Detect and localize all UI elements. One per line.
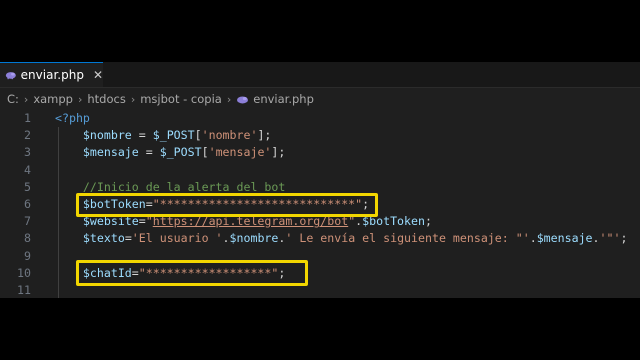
line-number: 7 [24,214,31,229]
code-token: 'El usuario ' [131,231,223,246]
code-line[interactable]: 3 $mensaje = $_POST['mensaje']; [0,144,640,161]
chevron-right-icon: › [130,92,136,106]
code-token: $texto [55,231,125,246]
code-token: . [529,231,537,246]
line-number: 2 [24,128,31,143]
highlight-chatid [76,260,308,286]
code-token: ' Le envía el siguiente mensaje: "' [285,231,530,246]
tab-bar: enviar.php ✕ [0,62,640,88]
breadcrumb-file[interactable]: enviar.php [253,92,314,106]
tab-label: enviar.php [20,68,84,82]
code-token: $_POST [159,145,202,160]
code-token: = [131,128,153,143]
code-token: '"' [599,231,621,246]
code-token: 'mensaje' [208,145,272,160]
breadcrumb-drive[interactable]: C: [7,92,19,106]
line-number: 10 [17,265,31,280]
line-number: 9 [24,248,31,263]
breadcrumb-xampp[interactable]: xampp [33,92,73,106]
tab-enviar-php[interactable]: enviar.php ✕ [0,62,103,87]
line-number: 4 [24,162,31,177]
code-token: <?php [55,111,90,125]
code-token: 'nombre' [201,128,258,143]
line-number: 11 [17,283,31,297]
code-token: [ [201,145,209,160]
code-token: . [222,231,230,246]
breadcrumb-folder[interactable]: msjbot - copia [140,92,222,106]
highlight-bottoken [76,193,378,217]
code-token: $_POST [152,128,195,143]
code-line[interactable]: 4 [0,162,640,179]
code-token: ; [424,214,432,229]
code-token: = [124,231,132,246]
php-file-icon [5,72,16,80]
line-number: 3 [24,145,31,160]
line-text: $nombre = $_POST['nombre']; [55,127,272,144]
code-line[interactable]: 2 $nombre = $_POST['nombre']; [0,127,640,144]
indent-guide [58,127,59,298]
breadcrumb-htdocs[interactable]: htdocs [87,92,125,106]
code-token: = [138,145,160,160]
line-number: 1 [24,111,31,125]
code-token: ]; [257,128,272,143]
breadcrumb: C: › xampp › htdocs › msjbot - copia › e… [0,88,640,110]
code-token: . [592,231,600,246]
chevron-right-icon: › [226,92,232,106]
chevron-right-icon: › [77,92,83,106]
php-file-icon [237,95,249,103]
code-token: $nombre [229,231,279,246]
code-token: $mensaje [55,145,139,160]
chevron-right-icon: › [23,92,29,106]
code-token: ; [620,231,628,246]
line-text: <?php [55,110,90,127]
line-text: $texto='El usuario '.$nombre.' Le envía … [55,230,628,247]
code-line[interactable]: 1 <?php [0,110,640,127]
line-number: 5 [24,179,31,194]
close-icon[interactable]: ✕ [93,68,103,82]
line-text: $mensaje = $_POST['mensaje']; [55,144,285,161]
code-token: $mensaje [536,231,593,246]
code-line[interactable]: 8 $texto='El usuario '.$nombre.' Le enví… [0,230,640,247]
code-token: $nombre [55,128,132,143]
line-number: 6 [24,197,31,211]
code-token: ]; [271,145,286,160]
line-number: 8 [24,231,31,246]
code-token: //Inicio de la alerta del bot [55,179,286,194]
code-token: [ [194,128,202,143]
